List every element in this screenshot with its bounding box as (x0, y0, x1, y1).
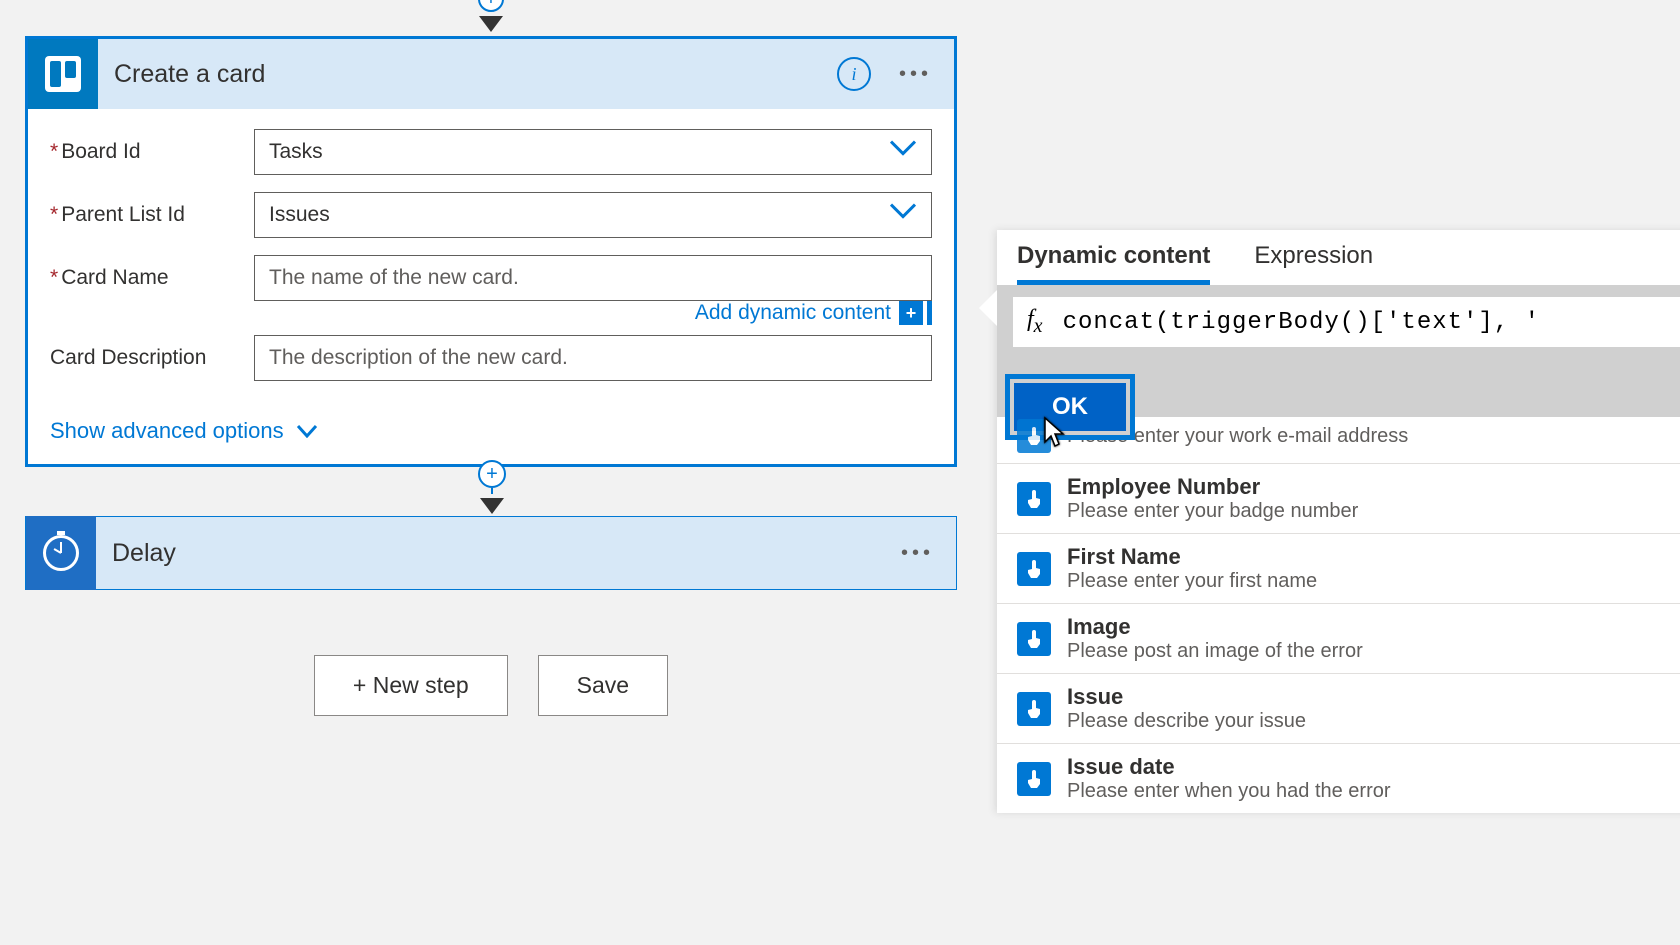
touch-icon (1017, 419, 1051, 453)
trello-icon (28, 39, 98, 109)
touch-icon (1017, 622, 1051, 656)
card-title: Create a card (114, 60, 837, 89)
chevron-down-icon (889, 201, 917, 225)
dynamic-content-list: Email Please enter your work e-mail addr… (997, 417, 1680, 813)
expression-input[interactable]: fx concat(triggerBody()['text'], ' (1013, 297, 1680, 347)
new-step-button[interactable]: + New step (314, 655, 508, 716)
card-header[interactable]: Create a card i ••• (28, 39, 954, 109)
tab-expression[interactable]: Expression (1254, 242, 1373, 285)
touch-icon (1017, 552, 1051, 586)
delay-title: Delay (112, 539, 901, 568)
fx-icon: fx (1027, 306, 1043, 338)
list-item[interactable]: Issue date Please enter when you had the… (997, 744, 1680, 813)
card-description-input[interactable]: The description of the new card. (254, 335, 932, 381)
clock-icon (26, 516, 96, 590)
connector-mid: + (478, 460, 506, 514)
parent-list-id-label: *Parent List Id (50, 203, 254, 227)
list-item[interactable]: Employee Number Please enter your badge … (997, 464, 1680, 534)
arrow-down-icon (480, 498, 504, 514)
card-name-input[interactable]: The name of the new card. (254, 255, 932, 301)
list-item[interactable]: Issue Please describe your issue (997, 674, 1680, 744)
chevron-down-icon (889, 138, 917, 162)
tab-dynamic-content[interactable]: Dynamic content (1017, 242, 1210, 285)
board-id-label: *Board Id (50, 140, 254, 164)
show-advanced-options[interactable]: Show advanced options (50, 418, 318, 444)
arrow-down-icon (479, 16, 503, 32)
card-description-label: Card Description (50, 346, 254, 370)
touch-icon (1017, 482, 1051, 516)
dynamic-content-panel: Dynamic content Expression fx concat(tri… (997, 230, 1680, 813)
touch-icon (1017, 692, 1051, 726)
more-menu-icon[interactable]: ••• (901, 542, 934, 565)
plus-icon[interactable]: + (478, 460, 506, 488)
info-icon[interactable]: i (837, 57, 871, 91)
delay-action[interactable]: Delay ••• (25, 516, 957, 590)
list-item[interactable]: Image Please post an image of the error (997, 604, 1680, 674)
connector-top: + (490, 0, 492, 34)
button-row: + New step Save (25, 655, 957, 716)
add-dynamic-bar-icon (927, 301, 932, 325)
more-menu-icon[interactable]: ••• (899, 63, 932, 86)
add-dynamic-plus-icon: + (899, 301, 923, 325)
chevron-down-icon (296, 424, 318, 438)
create-card-action: Create a card i ••• *Board Id Tasks *Par… (25, 36, 957, 467)
plus-icon[interactable]: + (478, 0, 504, 12)
parent-list-id-select[interactable]: Issues (254, 192, 932, 238)
list-item[interactable]: First Name Please enter your first name (997, 534, 1680, 604)
card-name-label: *Card Name (50, 266, 254, 290)
board-id-select[interactable]: Tasks (254, 129, 932, 175)
save-button[interactable]: Save (538, 655, 668, 716)
touch-icon (1017, 762, 1051, 796)
add-dynamic-content-link[interactable]: Add dynamic content + (695, 301, 932, 325)
